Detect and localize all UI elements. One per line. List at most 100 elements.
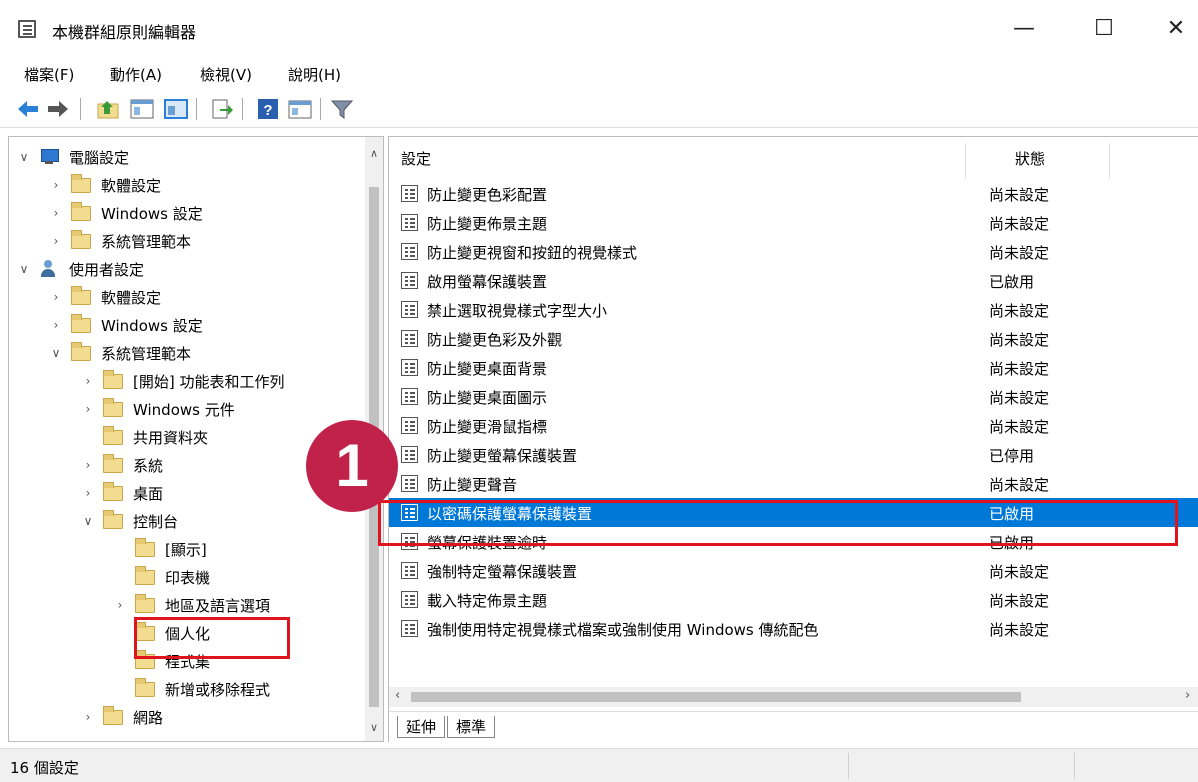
chevron-right-icon[interactable]: › — [49, 290, 63, 304]
chevron-down-icon[interactable]: ∨ — [49, 346, 63, 360]
chevron-right-icon[interactable]: › — [49, 234, 63, 248]
chevron-right-icon[interactable]: › — [81, 374, 95, 388]
scroll-down-icon[interactable]: ∨ — [370, 721, 378, 734]
close-button[interactable]: ✕ — [1156, 14, 1196, 44]
menu-file[interactable]: 檔案(F) — [24, 64, 74, 85]
chevron-right-icon[interactable]: › — [81, 486, 95, 500]
setting-row[interactable]: 防止變更螢幕保護裝置 已停用 — [389, 440, 1198, 469]
help-icon[interactable]: ? — [256, 98, 280, 120]
tab-extended[interactable]: 延伸 — [397, 716, 446, 738]
chevron-right-icon[interactable]: › — [49, 318, 63, 332]
tree-item-regional-options[interactable]: › 地區及語言選項 — [113, 591, 270, 619]
tree-item-printers[interactable]: 印表機 — [113, 563, 210, 591]
setting-name: 強制使用特定視覺樣式檔案或強制使用 Windows 傳統配色 — [427, 621, 819, 639]
setting-state: 尚未設定 — [989, 621, 1050, 639]
setting-name: 防止變更桌面圖示 — [427, 389, 548, 407]
setting-name: 防止變更滑鼠指標 — [427, 418, 548, 436]
chevron-down-icon[interactable]: ∨ — [17, 262, 31, 276]
setting-state: 尚未設定 — [989, 418, 1050, 436]
setting-row[interactable]: 禁止選取視覺樣式字型大小 尚未設定 — [389, 295, 1198, 324]
tree-item-admin-templates[interactable]: › 系統管理範本 — [49, 227, 191, 255]
tab-standard[interactable]: 標準 — [447, 716, 496, 738]
menu-help[interactable]: 說明(H) — [288, 64, 341, 85]
setting-name: 防止變更螢幕保護裝置 — [427, 447, 578, 465]
tree-item-computer-config[interactable]: ∨ 電腦設定 — [17, 143, 129, 171]
tree-item-windows-settings[interactable]: › Windows 設定 — [49, 311, 203, 339]
setting-row[interactable]: 強制使用特定視覺樣式檔案或強制使用 Windows 傳統配色 尚未設定 — [389, 614, 1198, 643]
setting-row[interactable]: 防止變更滑鼠指標 尚未設定 — [389, 411, 1198, 440]
status-bar: 16 個設定 — [0, 748, 1198, 782]
chevron-down-icon[interactable]: ∨ — [17, 150, 31, 164]
setting-row[interactable]: 啟用螢幕保護裝置 已啟用 — [389, 266, 1198, 295]
tree-item-label: 軟體設定 — [101, 176, 162, 195]
setting-row[interactable]: 防止變更色彩及外觀 尚未設定 — [389, 324, 1198, 353]
tree-item-desktop[interactable]: › 桌面 — [81, 479, 163, 507]
chevron-right-icon[interactable]: › — [81, 402, 95, 416]
column-divider[interactable] — [1109, 143, 1110, 179]
tree-item-label: 控制台 — [133, 512, 179, 531]
policy-setting-icon — [401, 620, 418, 637]
tree-item-network[interactable]: › 網路 — [81, 703, 163, 731]
folder-icon — [103, 705, 123, 725]
filter-icon[interactable] — [330, 98, 354, 120]
up-folder-icon[interactable] — [96, 98, 120, 120]
chevron-right-icon[interactable]: › — [81, 710, 95, 724]
tree-item-user-config[interactable]: ∨ 使用者設定 — [17, 255, 144, 283]
show-scope-icon[interactable] — [164, 98, 188, 120]
tree-item-admin-templates[interactable]: ∨ 系統管理範本 — [49, 339, 191, 367]
setting-row[interactable]: 防止變更桌面圖示 尚未設定 — [389, 382, 1198, 411]
column-header-setting[interactable]: 設定 — [401, 137, 431, 181]
tree-item-label: 軟體設定 — [101, 288, 162, 307]
forward-icon[interactable] — [46, 98, 70, 120]
folder-icon — [135, 677, 155, 697]
back-icon[interactable] — [16, 98, 40, 120]
policy-setting-icon — [401, 417, 418, 434]
tree-item-display[interactable]: [顯示] — [113, 535, 207, 563]
setting-row[interactable]: 載入特定佈景主題 尚未設定 — [389, 585, 1198, 614]
setting-row[interactable]: 強制特定螢幕保護裝置 尚未設定 — [389, 556, 1198, 585]
menu-action[interactable]: 動作(A) — [110, 64, 162, 85]
folder-icon — [135, 565, 155, 585]
tree-item-label: Windows 設定 — [101, 316, 203, 335]
setting-row[interactable]: 防止變更視窗和按鈕的視覺樣式 尚未設定 — [389, 237, 1198, 266]
menu-view[interactable]: 檢視(V) — [200, 64, 252, 85]
setting-row[interactable]: 防止變更桌面背景 尚未設定 — [389, 353, 1198, 382]
chevron-right-icon[interactable]: › — [49, 178, 63, 192]
folder-icon — [71, 285, 91, 305]
step-badge: 1 — [306, 420, 398, 512]
tree-item-system[interactable]: › 系統 — [81, 451, 163, 479]
chevron-right-icon[interactable]: › — [113, 598, 127, 612]
tree-item-software-settings[interactable]: › 軟體設定 — [49, 283, 161, 311]
tree-item-shared-folders[interactable]: 共用資料夾 — [81, 423, 208, 451]
tree-item-add-remove-programs[interactable]: 新增或移除程式 — [113, 675, 270, 703]
setting-name: 載入特定佈景主題 — [427, 592, 548, 610]
tree-item-label: 系統管理範本 — [101, 344, 192, 363]
column-header-state[interactable]: 狀態 — [1015, 137, 1045, 181]
chevron-right-icon[interactable]: › — [81, 458, 95, 472]
setting-row[interactable]: 防止變更佈景主題 尚未設定 — [389, 208, 1198, 237]
setting-row[interactable]: 防止變更聲音 尚未設定 — [389, 469, 1198, 498]
properties-icon[interactable] — [288, 98, 312, 120]
minimize-button[interactable]: — — [1004, 14, 1044, 44]
status-divider — [848, 753, 849, 779]
tree-item-windows-components[interactable]: › Windows 元件 — [81, 395, 235, 423]
chevron-right-icon[interactable]: › — [49, 206, 63, 220]
list-scroll-thumb[interactable] — [411, 692, 1021, 702]
tree-item-start-menu[interactable]: › [開始] 功能表和工作列 — [81, 367, 284, 395]
scroll-left-icon[interactable]: ‹ — [395, 688, 400, 703]
show-hide-tree-icon[interactable] — [130, 98, 154, 120]
tree-item-windows-settings[interactable]: › Windows 設定 — [49, 199, 203, 227]
maximize-button[interactable]: ☐ — [1084, 14, 1124, 44]
list-horizontal-scrollbar[interactable]: ‹ › — [389, 687, 1198, 707]
setting-row[interactable]: 防止變更色彩配置 尚未設定 — [389, 179, 1198, 208]
chevron-down-icon[interactable]: ∨ — [81, 514, 95, 528]
setting-name: 防止變更佈景主題 — [427, 215, 548, 233]
tree-item-control-panel[interactable]: ∨ 控制台 — [81, 507, 178, 535]
tree-item-software-settings[interactable]: › 軟體設定 — [49, 171, 161, 199]
scroll-right-icon[interactable]: › — [1185, 688, 1190, 703]
title-bar: 本機群組原則編輯器 — ☐ ✕ — [0, 0, 1198, 56]
tree-item-label: 網路 — [133, 708, 164, 727]
column-divider[interactable] — [965, 143, 966, 179]
export-list-icon[interactable] — [210, 98, 234, 120]
scroll-up-icon[interactable]: ∧ — [370, 147, 378, 160]
